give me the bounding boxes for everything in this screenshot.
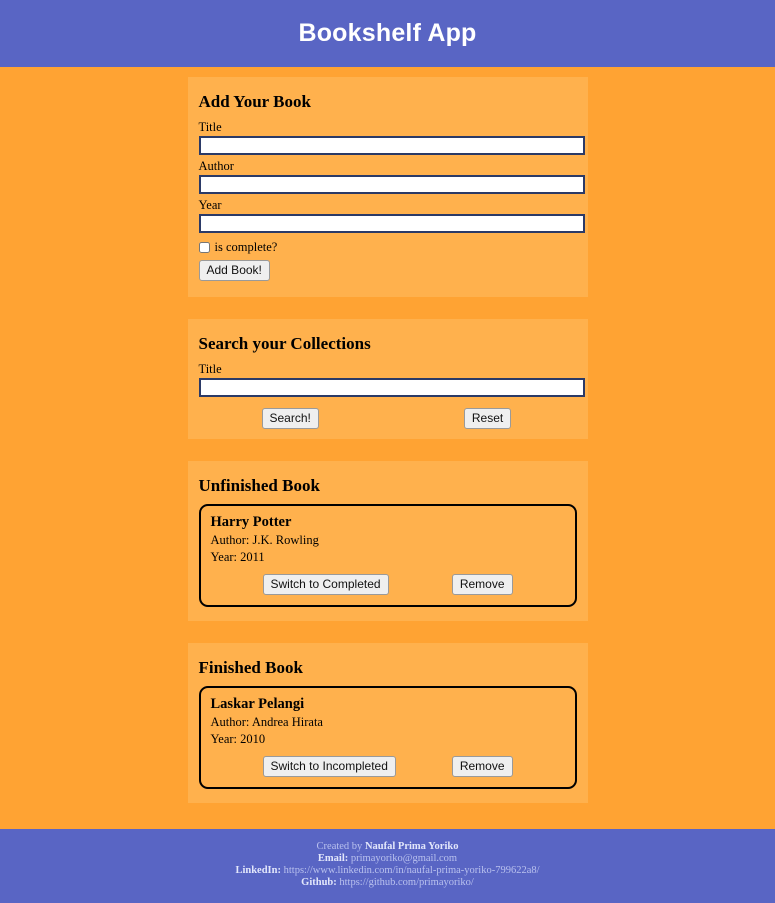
- footer-linkedin-line: LinkedIn: https://www.linkedin.com/in/na…: [0, 865, 775, 876]
- footer-github-link[interactable]: https://github.com/primayoriko/: [339, 877, 473, 888]
- book-year: Year: 2010: [210, 732, 266, 746]
- site-footer: Created by Naufal Prima Yoriko Email: pr…: [0, 829, 775, 903]
- book-author: Author: J.K. Rowling: [210, 533, 319, 547]
- add-book-card: Add Your Book Title Author Year is compl…: [187, 77, 588, 297]
- is-complete-row: is complete?: [198, 240, 577, 255]
- footer-linkedin-link[interactable]: https://www.linkedin.com/in/naufal-prima…: [284, 865, 540, 876]
- footer-github-line: Github: https://github.com/primayoriko/: [0, 877, 775, 888]
- add-book-author-input[interactable]: [198, 175, 585, 194]
- book-actions: Switch to Incompleted Remove: [211, 756, 565, 777]
- actions-spacer: [396, 756, 452, 777]
- footer-linkedin-label: LinkedIn:: [235, 865, 281, 877]
- reset-button[interactable]: Reset: [463, 408, 512, 429]
- book-author: Author: Andrea Hirata: [210, 715, 323, 729]
- book-item: Laskar Pelangi Author: Andrea Hirata Yea…: [198, 686, 577, 789]
- is-complete-label: is complete?: [214, 240, 278, 254]
- finished-shelf-card: Finished Book Laskar Pelangi Author: And…: [187, 643, 588, 803]
- unfinished-shelf-card: Unfinished Book Harry Potter Author: J.K…: [187, 461, 588, 621]
- add-book-title-input[interactable]: [198, 136, 585, 155]
- is-complete-checkbox[interactable]: [198, 242, 210, 253]
- search-button[interactable]: Search!: [261, 408, 319, 429]
- add-book-title-label: Title: [198, 120, 222, 134]
- book-title: Laskar Pelangi: [210, 696, 305, 712]
- unfinished-heading: Unfinished Book: [198, 476, 320, 495]
- footer-created-line: Created by Naufal Prima Yoriko: [0, 841, 775, 852]
- remove-book-button[interactable]: Remove: [451, 574, 513, 595]
- search-card: Search your Collections Title Search! Re…: [187, 319, 588, 439]
- search-title-label: Title: [198, 362, 222, 376]
- switch-to-completed-button[interactable]: Switch to Completed: [262, 574, 389, 595]
- add-book-author-label: Author: [198, 159, 234, 173]
- search-heading: Search your Collections: [198, 334, 371, 353]
- app-header: Bookshelf App: [0, 0, 775, 67]
- add-book-year-label: Year: [198, 198, 222, 212]
- add-book-year-input[interactable]: [198, 214, 585, 233]
- app-title: Bookshelf App: [298, 19, 477, 47]
- footer-github-label: Github:: [301, 877, 337, 889]
- footer-author-name: Naufal Prima Yoriko: [364, 841, 459, 853]
- search-title-input[interactable]: [198, 378, 585, 397]
- book-item: Harry Potter Author: J.K. Rowling Year: …: [198, 504, 577, 607]
- footer-created-prefix: Created by: [316, 841, 365, 853]
- footer-email-value[interactable]: primayoriko@gmail.com: [351, 853, 457, 864]
- footer-email-label: Email:: [317, 853, 349, 865]
- search-actions: Search! Reset: [199, 408, 577, 429]
- book-actions: Switch to Completed Remove: [211, 574, 565, 595]
- finished-heading: Finished Book: [198, 658, 303, 677]
- actions-spacer: [389, 574, 452, 595]
- book-year: Year: 2011: [210, 550, 265, 564]
- remove-book-button[interactable]: Remove: [451, 756, 513, 777]
- footer-email-line: Email: primayoriko@gmail.com: [0, 853, 775, 864]
- add-book-button[interactable]: Add Book!: [198, 260, 270, 281]
- book-title: Harry Potter: [210, 514, 292, 530]
- main-column: Add Your Book Title Author Year is compl…: [187, 67, 588, 803]
- add-book-heading: Add Your Book: [198, 92, 311, 111]
- switch-to-incompleted-button[interactable]: Switch to Incompleted: [262, 756, 396, 777]
